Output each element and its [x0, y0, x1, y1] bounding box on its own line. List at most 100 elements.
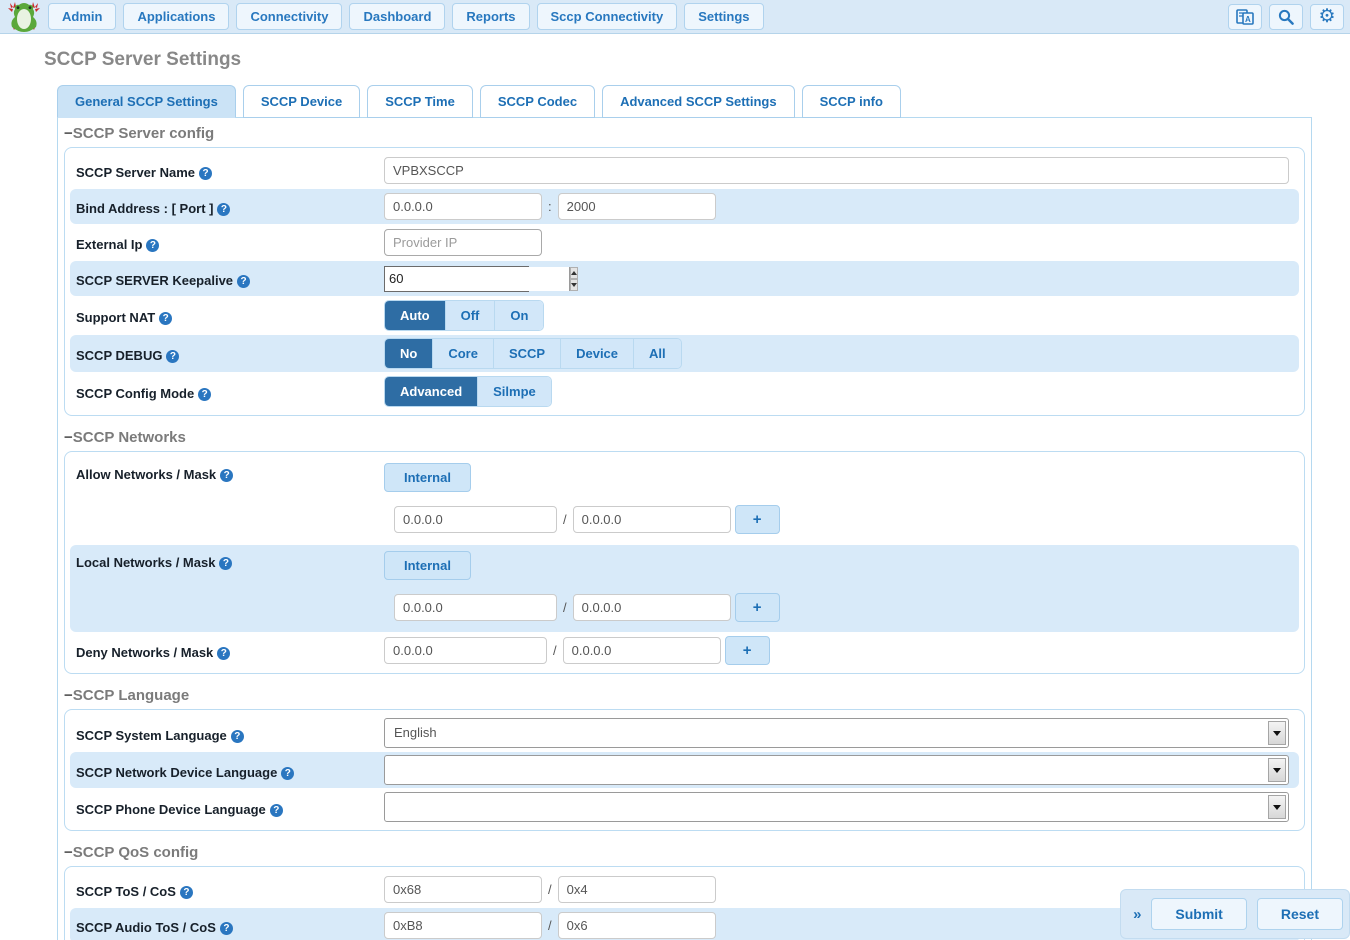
spinner-up-icon[interactable] [570, 267, 578, 279]
tab-sccp-device[interactable]: SCCP Device [243, 85, 360, 118]
field-label: Deny Networks / Mask? [76, 641, 384, 660]
option-core[interactable]: Core [432, 339, 493, 368]
nav-menu: Admin Applications Connectivity Dashboard Re… [48, 3, 1228, 30]
sccp-audio-tos-cos-input-1[interactable] [384, 912, 542, 939]
form-row-sccp-debug: SCCP DEBUG?NoCoreSCCPDeviceAll [70, 335, 1299, 372]
help-icon[interactable]: ? [281, 767, 294, 780]
form-row-allow-networks-mask: Allow Networks / Mask?Internal/+ [70, 457, 1299, 544]
option-off[interactable]: Off [445, 301, 495, 330]
help-icon[interactable]: ? [237, 275, 250, 288]
collapse-icon[interactable]: − [64, 429, 73, 446]
nav-item-settings[interactable]: Settings [684, 3, 763, 30]
option-on[interactable]: On [494, 301, 543, 330]
settings-gear-button[interactable]: ⚙ [1310, 4, 1344, 30]
option-auto[interactable]: Auto [385, 301, 445, 330]
tab-content: −SCCP Server configSCCP Server Name?Bind… [57, 117, 1312, 940]
form-row-sccp-server-name: SCCP Server Name? [70, 153, 1299, 188]
section-title: SCCP Language [73, 687, 189, 704]
allow-networks-mask-mask-input[interactable] [573, 506, 731, 533]
submit-button[interactable]: Submit [1151, 898, 1246, 930]
form-row-sccp-network-device-language: SCCP Network Device Language? [70, 752, 1299, 788]
help-icon[interactable]: ? [220, 469, 233, 482]
form-actions-bar: » Submit Reset [1120, 889, 1350, 939]
tab-general-sccp-settings[interactable]: General SCCP Settings [57, 85, 236, 118]
option-device[interactable]: Device [560, 339, 633, 368]
tab-sccp-time[interactable]: SCCP Time [367, 85, 473, 118]
internal-button[interactable]: Internal [384, 551, 471, 580]
section-title: SCCP Networks [73, 429, 186, 446]
bind-address-port-input-2[interactable] [558, 193, 716, 220]
sccp-server-name-input[interactable] [384, 157, 1289, 184]
external-ip-input[interactable] [384, 229, 542, 256]
nav-item-connectivity[interactable]: Connectivity [236, 3, 342, 30]
local-networks-mask-network-input[interactable] [394, 594, 557, 621]
nav-item-sccp-connectivity[interactable]: Sccp Connectivity [537, 3, 678, 30]
sccp-tos-cos-input-1[interactable] [384, 876, 542, 903]
field-label-text: SCCP Audio ToS / CoS [76, 920, 216, 935]
language-button[interactable]: A [1228, 4, 1262, 30]
help-icon[interactable]: ? [270, 804, 283, 817]
nav-item-applications[interactable]: Applications [123, 3, 229, 30]
sccp-system-language-select[interactable]: English [384, 718, 1289, 748]
help-icon[interactable]: ? [217, 203, 230, 216]
local-networks-mask-mask-input[interactable] [573, 594, 731, 621]
collapse-icon[interactable]: − [64, 844, 73, 861]
sccp-tos-cos-input-2[interactable] [558, 876, 716, 903]
dropdown-arrow-icon [1268, 795, 1286, 819]
search-icon [1278, 9, 1294, 25]
deny-networks-mask-mask-input[interactable] [563, 637, 721, 664]
add-network-button[interactable]: + [725, 636, 770, 665]
field-control: NoCoreSCCPDeviceAll [384, 338, 1293, 369]
help-icon[interactable]: ? [217, 647, 230, 660]
field-label-text: SCCP Network Device Language [76, 765, 277, 780]
reset-button[interactable]: Reset [1257, 898, 1343, 930]
add-network-button[interactable]: + [735, 505, 780, 534]
help-icon[interactable]: ? [180, 886, 193, 899]
spinner-down-icon[interactable] [570, 279, 578, 291]
help-icon[interactable]: ? [166, 350, 179, 363]
main-content: SCCP Server Settings General SCCP Settin… [0, 49, 1350, 940]
network-input-row: /+ [394, 505, 780, 534]
language-icon: A [1236, 8, 1254, 26]
help-icon[interactable]: ? [198, 388, 211, 401]
collapse-icon[interactable]: − [64, 125, 73, 142]
help-icon[interactable]: ? [159, 312, 172, 325]
form-row-sccp-tos-cos: SCCP ToS / CoS?/ [70, 872, 1299, 907]
field-label-text: SCCP ToS / CoS [76, 884, 176, 899]
field-control [384, 755, 1293, 785]
tab-advanced-sccp-settings[interactable]: Advanced SCCP Settings [602, 85, 795, 118]
dropdown-arrow-icon [1268, 721, 1286, 745]
collapse-chevron-icon[interactable]: » [1133, 906, 1141, 923]
sccp-server-keepalive-input[interactable] [385, 267, 569, 291]
tab-sccp-codec[interactable]: SCCP Codec [480, 85, 595, 118]
section-header-sccp-networks: −SCCP Networks [58, 424, 1311, 449]
help-icon[interactable]: ? [199, 167, 212, 180]
nav-item-dashboard[interactable]: Dashboard [349, 3, 445, 30]
help-icon[interactable]: ? [231, 730, 244, 743]
deny-networks-mask-network-input[interactable] [384, 637, 547, 664]
help-icon[interactable]: ? [146, 239, 159, 252]
nav-item-admin[interactable]: Admin [48, 3, 116, 30]
sccp-audio-tos-cos-input-2[interactable] [558, 912, 716, 939]
option-sccp[interactable]: SCCP [493, 339, 560, 368]
add-network-button[interactable]: + [735, 593, 780, 622]
form-row-sccp-system-language: SCCP System Language?English [70, 715, 1299, 751]
help-icon[interactable]: ? [219, 557, 232, 570]
internal-button[interactable]: Internal [384, 463, 471, 492]
option-no[interactable]: No [385, 339, 432, 368]
search-button[interactable] [1269, 4, 1303, 30]
option-silmpe[interactable]: Silmpe [477, 377, 551, 406]
field-label: SCCP Audio ToS / CoS? [76, 916, 384, 935]
tab-sccp-info[interactable]: SCCP info [802, 85, 901, 118]
sccp-network-device-language-select[interactable] [384, 755, 1289, 785]
help-icon[interactable]: ? [220, 922, 233, 935]
bind-address-port-input-1[interactable] [384, 193, 542, 220]
field-control [384, 792, 1293, 822]
freepbx-frog-logo[interactable] [6, 1, 42, 33]
allow-networks-mask-network-input[interactable] [394, 506, 557, 533]
nav-item-reports[interactable]: Reports [452, 3, 529, 30]
option-advanced[interactable]: Advanced [385, 377, 477, 406]
sccp-phone-device-language-select[interactable] [384, 792, 1289, 822]
collapse-icon[interactable]: − [64, 687, 73, 704]
option-all[interactable]: All [633, 339, 681, 368]
